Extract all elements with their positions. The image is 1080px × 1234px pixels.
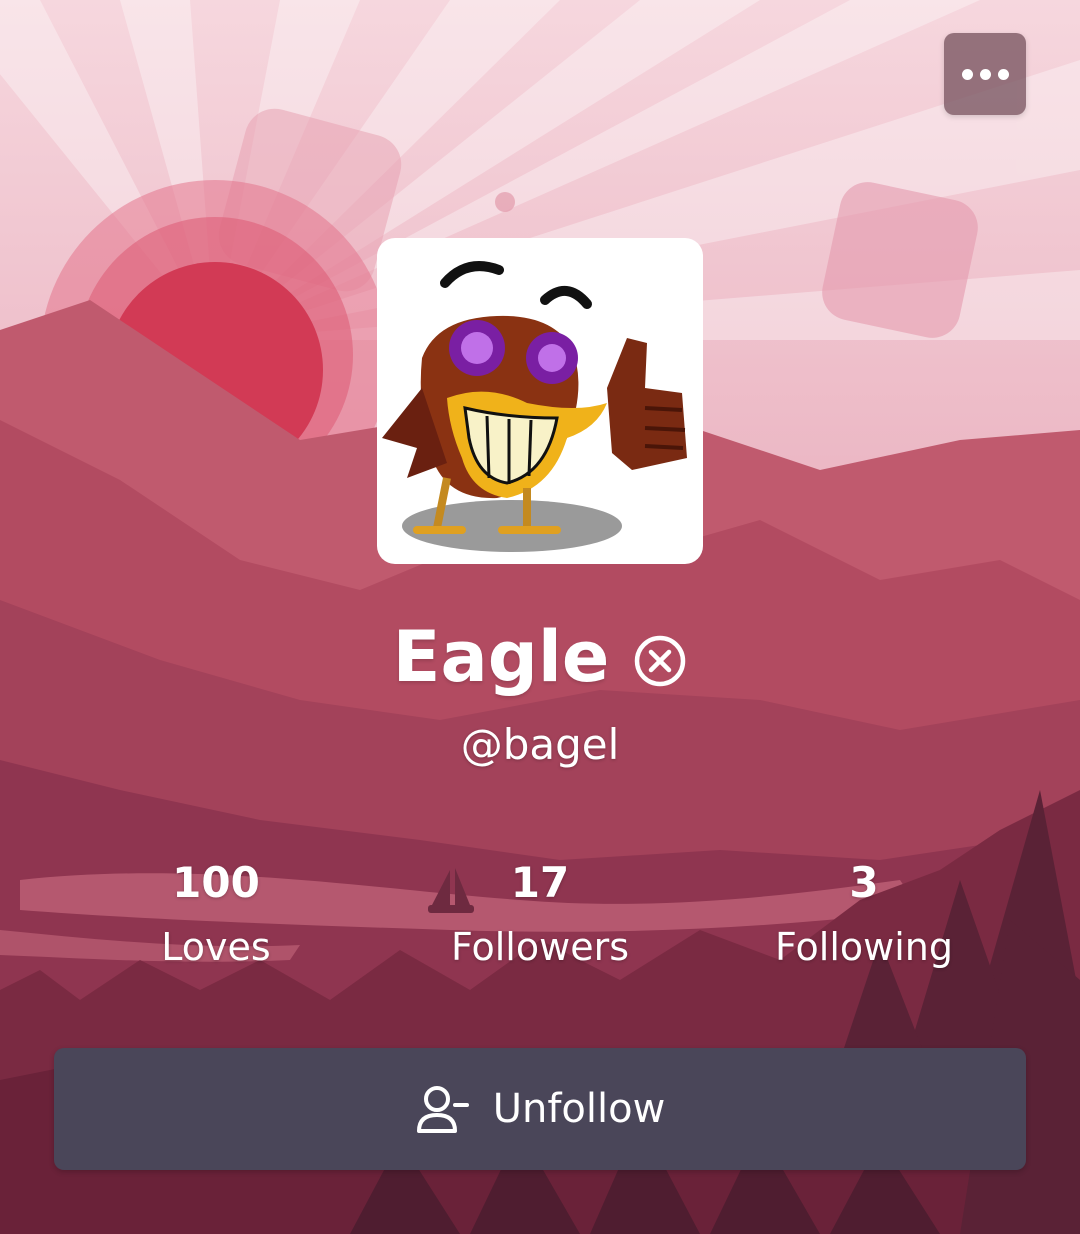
more-horizontal-icon [961, 68, 1009, 80]
more-options-button[interactable] [944, 33, 1026, 115]
stat-following[interactable]: 3 Following [714, 855, 1014, 983]
profile-handle: @bagel [460, 720, 620, 769]
stat-label: Followers [451, 925, 629, 969]
avatar [377, 238, 703, 564]
stat-value: 17 [510, 858, 570, 907]
profile-name: Eagle [392, 616, 610, 698]
stat-value: 100 [172, 858, 260, 907]
stat-label: Following [775, 925, 953, 969]
stat-loves[interactable]: 100 Loves [66, 855, 366, 983]
unfollow-button[interactable]: Unfollow [54, 1048, 1026, 1170]
stat-label: Loves [161, 925, 271, 969]
stat-value: 3 [849, 858, 879, 907]
profile-name-row: Eagle [0, 612, 1080, 702]
circle-x-icon[interactable] [633, 634, 687, 688]
stat-followers[interactable]: 17 Followers [390, 855, 690, 983]
unfollow-label: Unfollow [492, 1086, 666, 1132]
cartoon-bird-thumbs-up-icon [382, 261, 687, 552]
user-minus-icon [416, 1086, 469, 1133]
